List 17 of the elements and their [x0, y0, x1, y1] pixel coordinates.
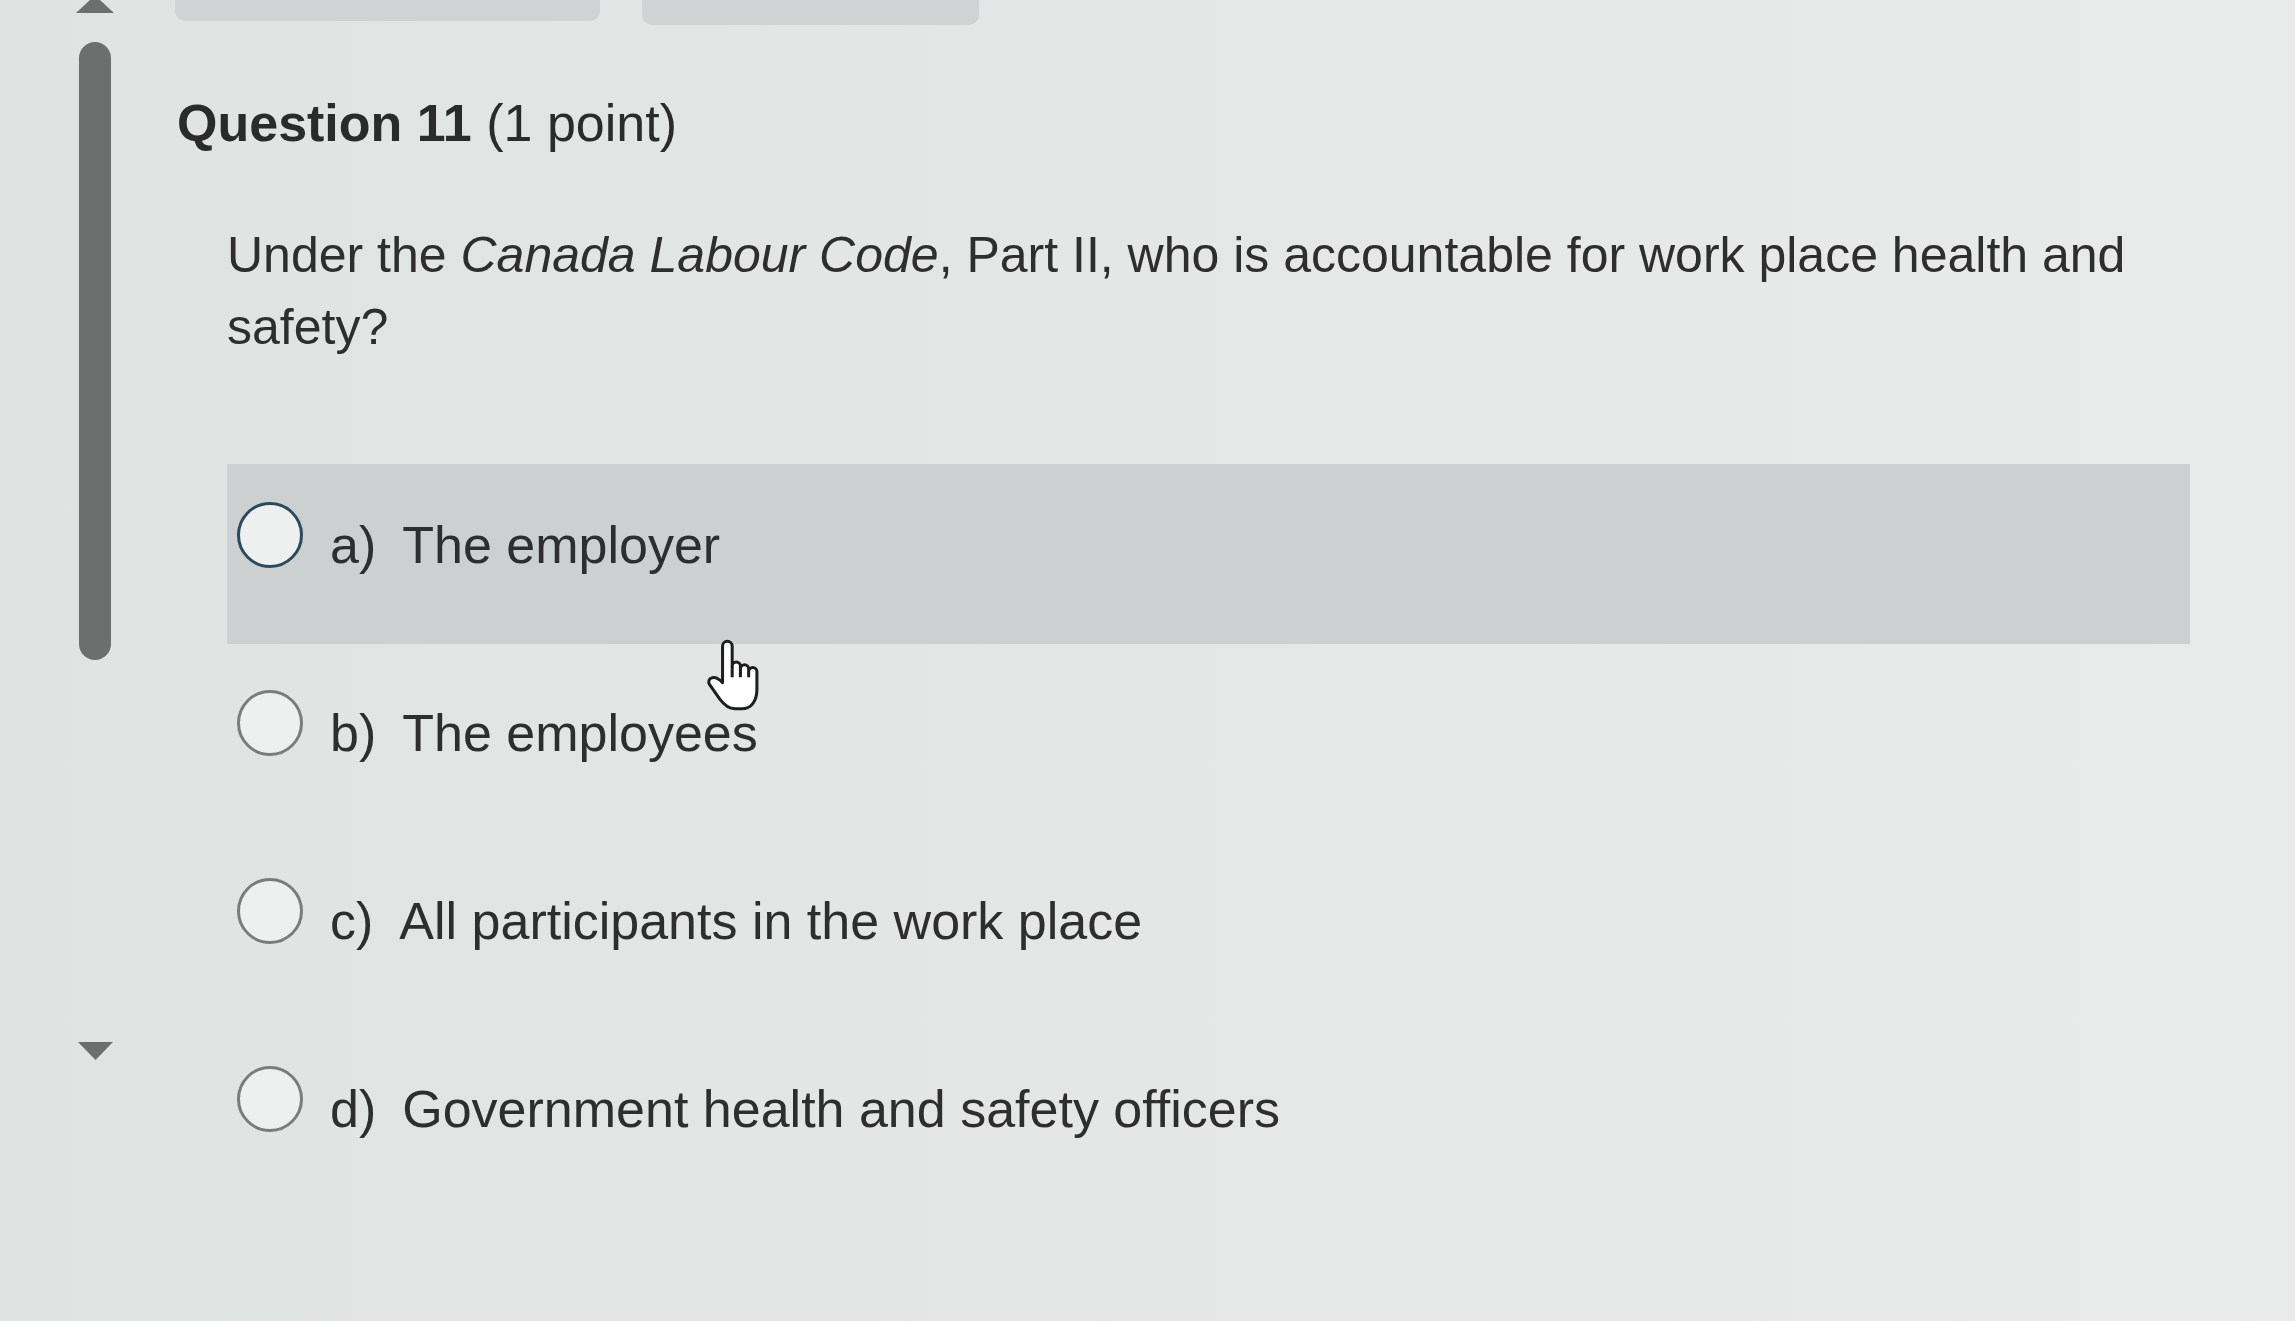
scroll-down-arrow-icon[interactable] [77, 1042, 113, 1060]
answer-option[interactable]: a) The employer [227, 464, 2190, 645]
option-text: All participants in the work place [399, 891, 1143, 953]
option-letter: b) [330, 703, 377, 765]
option-letter: a) [330, 515, 377, 577]
answer-option[interactable]: b) The employees [227, 652, 2190, 833]
answer-option[interactable]: d) Government health and safety officers [227, 1028, 2190, 1209]
option-text: The employer [402, 515, 721, 577]
scroll-up-arrow-icon[interactable] [76, 0, 114, 13]
answer-option[interactable]: c) All participants in the work place [227, 840, 2190, 1021]
question-heading: Question 11 (1 point) [177, 93, 678, 154]
question-text: Under the Canada Labour Code, Part II, who is accountable for work place health and safety? [227, 226, 2127, 358]
option-text: The employees [402, 703, 758, 765]
option-letter: d) [330, 1079, 377, 1141]
option-letter: c) [330, 891, 374, 953]
option-text: Government health and safety officers [402, 1079, 1280, 1141]
scrollbar-thumb[interactable] [79, 42, 111, 660]
